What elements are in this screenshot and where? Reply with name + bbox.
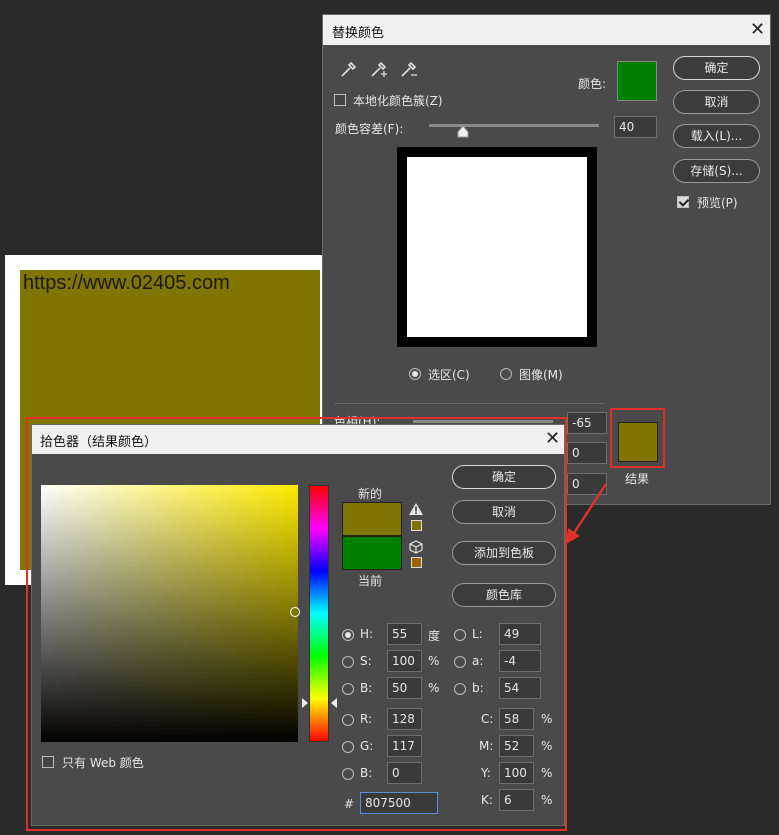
preview-label: 预览(P) [697, 196, 738, 210]
result-label: 结果 [625, 472, 650, 486]
color-label: 颜色: [578, 77, 607, 91]
replace-dialog-titlebar: 替换颜色 ✕ [323, 15, 770, 45]
saturation-input[interactable]: 0 [567, 442, 607, 464]
divider [334, 403, 604, 404]
image-radio-label: 图像(M) [519, 368, 563, 382]
result-highlight-box [610, 408, 665, 468]
preview-checkbox[interactable] [677, 196, 689, 208]
fuzziness-label: 颜色容差(F): [335, 122, 404, 136]
fuzziness-input[interactable]: 40 [614, 116, 657, 138]
document-url-text: https://www.02405.com [23, 272, 230, 294]
localized-clusters-label: 本地化颜色簇(Z) [353, 94, 443, 108]
image-radio[interactable] [500, 368, 512, 380]
replace-dialog-title: 替换颜色 [332, 26, 385, 41]
selection-radio[interactable] [409, 368, 421, 380]
eyedropper-icon[interactable] [339, 61, 357, 79]
load-button[interactable]: 载入(L)... [673, 124, 760, 148]
localized-clusters-checkbox[interactable] [334, 94, 346, 106]
picker-highlight-box [26, 417, 567, 831]
annotation-arrow [566, 483, 608, 544]
fuzziness-slider-thumb[interactable] [457, 126, 469, 138]
selection-radio-label: 选区(C) [428, 368, 470, 382]
selection-mask [407, 157, 587, 337]
hue-input[interactable]: -65 [567, 412, 607, 434]
eyedropper-plus-icon[interactable] [369, 61, 389, 79]
replace-cancel-button[interactable]: 取消 [673, 90, 760, 114]
save-button[interactable]: 存储(S)... [673, 159, 760, 183]
close-icon[interactable]: ✕ [750, 21, 765, 39]
eyedropper-minus-icon[interactable] [399, 61, 419, 79]
replace-ok-button[interactable]: 确定 [673, 56, 760, 80]
selection-preview [397, 147, 597, 347]
sample-color-swatch[interactable] [617, 61, 657, 101]
fuzziness-slider-track[interactable] [429, 124, 599, 127]
